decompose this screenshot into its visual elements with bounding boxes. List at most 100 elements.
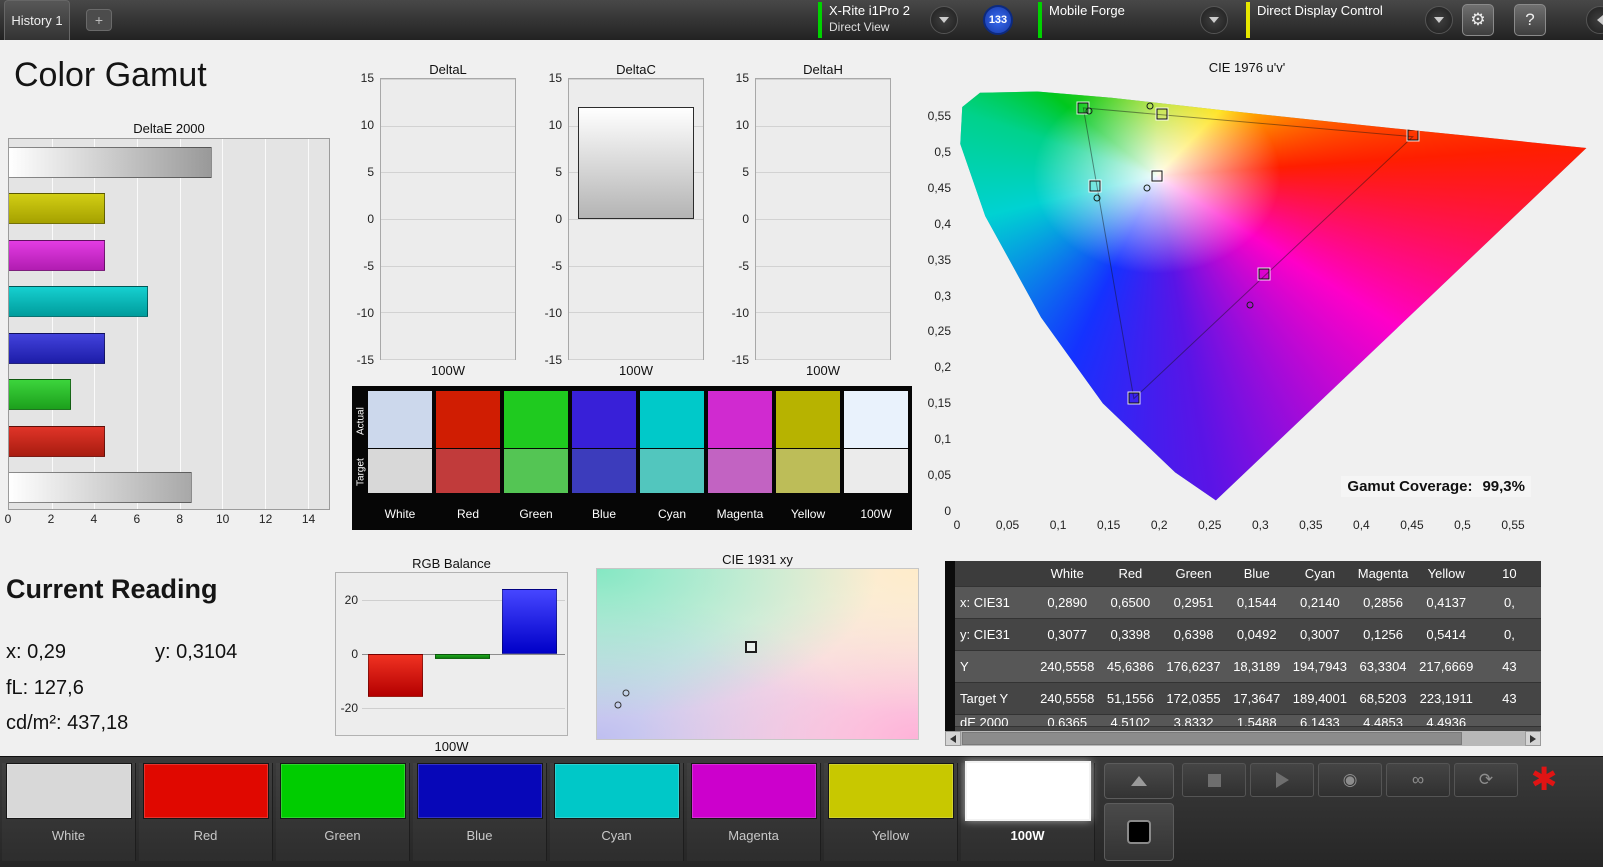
axis-tick-label: 0,55 [927,109,951,123]
table-cell: 176,6237 [1166,659,1221,674]
meter-name: X-Rite i1Pro 2 [829,3,910,18]
swatch-label: Blue [591,507,617,521]
axis-tick-label: -10 [731,306,749,320]
deltah-x-label: 100W [806,363,840,378]
deltae-axis-tick: 6 [133,512,141,526]
scroll-right-button[interactable] [1525,731,1541,746]
measure-icon: ◉ [1342,770,1358,789]
gridline [381,359,515,360]
chevron-down-icon [1209,17,1219,23]
axis-tick-label: -15 [731,353,749,367]
table-header-cell: Red [1118,566,1143,581]
infinity-icon: ∞ [1411,770,1425,789]
patch-up-button[interactable] [1104,763,1174,799]
patch-button-yellow[interactable]: Yellow [824,763,958,861]
axis-tick-label: 10 [360,118,374,132]
reading-fl: fL: 127,6 [6,677,84,699]
table-header-cell: White [1050,566,1084,581]
patch-button-100w[interactable]: 100W [961,761,1095,861]
axis-tick-label: 15 [735,71,749,85]
axis-tick-label: 0,2 [1150,518,1168,532]
display-dropdown[interactable] [1425,6,1453,34]
gridline [756,265,890,267]
patch-button-red[interactable]: Red [139,763,273,861]
rgb-bar-red [368,654,423,698]
add-history-button[interactable]: + [86,9,112,31]
axis-tick-label: 0,15 [1096,518,1121,532]
patch-label: Magenta [728,828,779,843]
meter-count-badge[interactable]: 133 [983,5,1013,35]
swatch-label: White [384,507,416,521]
patch-button-blue[interactable]: Blue [413,763,547,861]
meter-selector[interactable]: X-Rite i1Pro 2 Direct View [818,2,910,38]
deltae-bar-magenta [9,239,105,271]
display-control-selector[interactable]: Direct Display Control [1246,2,1383,38]
play-icon [1275,772,1289,788]
axis-tick-label: 0 [555,212,562,226]
patch-button-white[interactable]: White [2,763,136,861]
swatch-label: Yellow [790,507,826,521]
continuous-measure-button[interactable]: ∞ [1386,763,1450,797]
axis-tick-label: -10 [544,306,562,320]
target-marker-white [1151,170,1163,182]
axis-tick-label: 0,35 [927,252,951,267]
table-header-row: White Red Green Blue Cyan Magenta Yellow 10 [945,561,1541,587]
scrollbar-thumb[interactable] [962,732,1462,745]
bottom-bar: White Red Green Blue Cyan Magenta Yellow 100W ◉… [0,756,1603,867]
deltae-chart [8,138,330,510]
target-swatch [776,449,840,493]
measuring-indicator-button[interactable]: ✱ [1520,759,1568,799]
patch-button-magenta[interactable]: Magenta [687,763,821,861]
actual-swatch [640,391,704,448]
axis-tick-label: 0 [953,518,961,532]
play-button[interactable] [1250,763,1314,797]
actual-swatch [776,391,840,448]
swatch-column-red: Red [436,391,500,526]
settings-button[interactable]: ⚙ [1462,4,1494,36]
workflow-selector[interactable]: Mobile Forge [1038,2,1125,38]
stop-button[interactable] [1182,763,1246,797]
gridline [381,265,515,267]
patch-button-cyan[interactable]: Cyan [550,763,684,861]
patch-label: Green [324,828,361,843]
refresh-button[interactable]: ⟳ [1454,763,1518,797]
actual-swatch [436,391,500,448]
table-cell: 0, [1503,595,1515,610]
gridline [569,265,703,267]
table-header-cell: Green [1175,566,1212,581]
color-patch [964,761,1091,821]
rgb-balance-x-label: 100W [434,739,469,754]
meter-dropdown[interactable] [930,6,958,34]
chevron-down-icon [1434,17,1444,23]
axis-tick-label: -15 [544,353,562,367]
deltae-bar-white [9,472,193,504]
table-row-label: Target Y [960,691,1009,706]
gamut-coverage: Gamut Coverage: 99,3% [1341,476,1531,497]
table-horizontal-scrollbar[interactable] [945,731,1541,746]
table-cell: 217,6669 [1419,659,1474,674]
gridline [756,312,890,314]
display-window-button[interactable] [1104,803,1174,861]
gridline [756,125,890,127]
color-patch [142,763,269,819]
scroll-left-button[interactable] [945,731,961,746]
collapse-panel-button[interactable] [1586,6,1603,34]
rgb-bar-green [435,654,490,660]
patch-button-green[interactable]: Green [276,763,410,861]
table-cell: 0,2140 [1300,595,1340,610]
table-cell: 0,4137 [1426,595,1467,610]
axis-tick-label: 5 [555,165,562,179]
table-header-cell: Blue [1243,566,1270,581]
axis-tick-label: 0,3 [934,288,951,303]
history-tab[interactable]: History 1 [4,0,70,40]
axis-tick-label: 0,4 [934,216,951,231]
workflow-dropdown[interactable] [1200,6,1228,34]
swatch-columns: White Red Green Blue Cyan Magenta Yellow 100W [368,391,908,526]
stop-icon [1207,773,1221,787]
deltae-bar-row [9,418,329,465]
single-measure-button[interactable]: ◉ [1318,763,1382,797]
target-swatch [708,449,772,493]
rgb-balance-chart: 20 0 -20 [335,572,568,736]
help-button[interactable]: ? [1514,4,1546,36]
gamut-coverage-label: Gamut Coverage: [1347,478,1473,495]
